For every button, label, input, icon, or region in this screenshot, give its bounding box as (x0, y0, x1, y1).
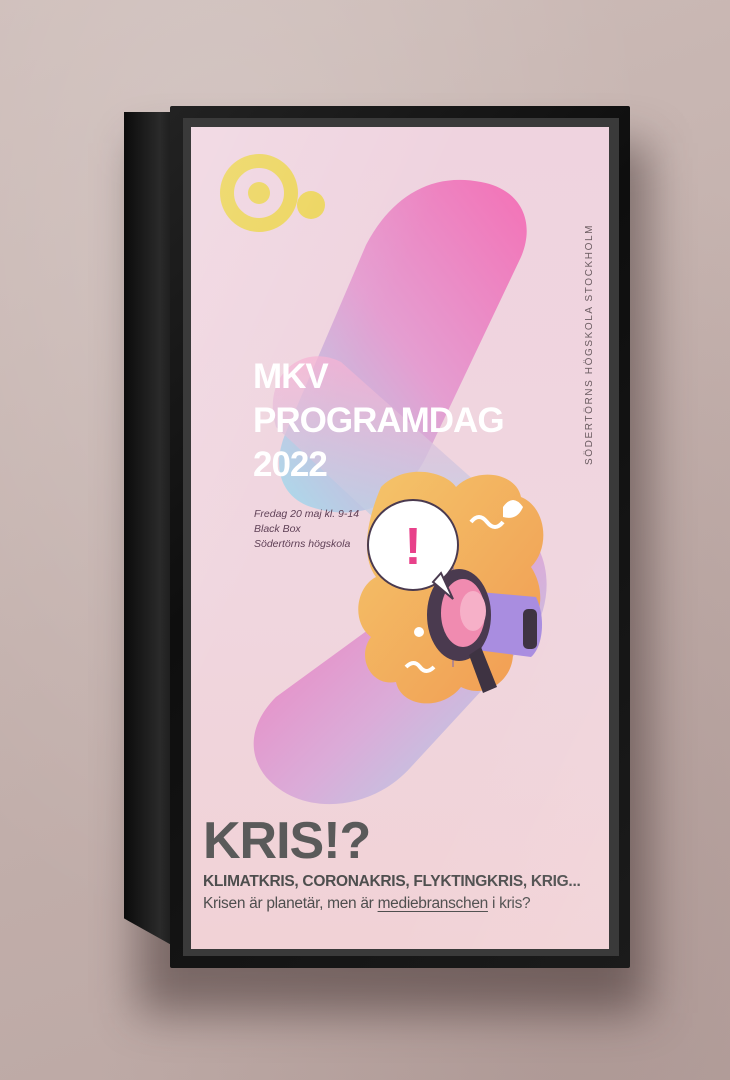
event-location: Södertörns högskola (254, 538, 351, 550)
institution-vertical-label: SÖDERTÖRNS HÖGSKOLA STOCKHOLM (584, 223, 595, 465)
title-line-1: MKV (253, 357, 329, 396)
title-line-3: 2022 (253, 445, 328, 484)
event-date: Fredag 20 maj kl. 9-14 (254, 508, 360, 520)
subheadline-2-prefix: Krisen är planetär, men är (203, 895, 378, 912)
subheadline-2: Krisen är planetär, men är mediebransche… (203, 895, 531, 913)
event-venue: Black Box (254, 523, 301, 535)
event-title: MKV PROGRAMDAG 2022 (253, 355, 505, 487)
subheadline-2-underlined: mediebranschen (377, 895, 489, 912)
subheadline-2-suffix: i kris? (487, 895, 531, 912)
poster: ! SÖDERTÖRNS HÖGSKOLA STOCKHOLM MKV PROG… (191, 127, 609, 949)
subheadline-1: KLIMATKRIS, CORONAKRIS, FLYKTINGKRIS, KR… (203, 873, 581, 890)
exclamation-mark: ! (404, 518, 421, 576)
event-details: Fredag 20 maj kl. 9-14 Black Box Södertö… (254, 507, 359, 552)
title-line-2: PROGRAMDAG (253, 401, 505, 440)
logo-circles-icon (220, 154, 325, 232)
headline: KRIS!? (203, 812, 371, 870)
